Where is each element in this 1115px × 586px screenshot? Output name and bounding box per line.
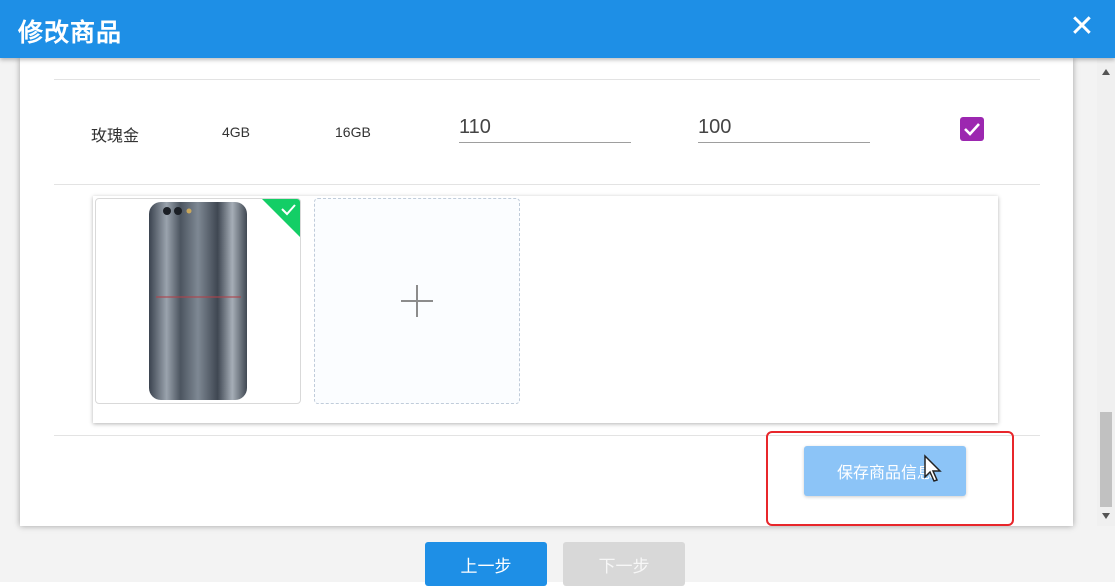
uploaded-image-tile[interactable]: [95, 198, 301, 404]
sku-storage: 16GB: [335, 124, 371, 140]
divider: [54, 79, 1040, 80]
sku-enabled-checkbox[interactable]: [960, 117, 984, 141]
image-upload-area: [93, 196, 998, 423]
scroll-up-icon[interactable]: [1101, 68, 1111, 76]
sku-color: 玫瑰金: [91, 128, 140, 145]
plus-icon: [401, 285, 433, 317]
scrollbar[interactable]: [1097, 58, 1115, 526]
annotation-highlight-box: [766, 431, 1014, 526]
add-image-button[interactable]: [314, 198, 520, 404]
dialog-header: 修改商品 ✕: [0, 0, 1115, 58]
close-icon[interactable]: ✕: [1065, 10, 1099, 44]
sku-ram: 4GB: [222, 124, 251, 140]
next-step-button[interactable]: 下一步: [563, 542, 685, 586]
check-icon: [964, 123, 980, 136]
scroll-down-icon[interactable]: [1101, 512, 1111, 520]
prev-step-button[interactable]: 上一步: [425, 542, 547, 586]
stock-input[interactable]: 100: [698, 114, 870, 143]
divider: [54, 184, 1040, 185]
dialog-title: 修改商品: [18, 19, 123, 47]
scroll-thumb[interactable]: [1100, 412, 1112, 507]
upload-success-badge: [262, 199, 300, 237]
price-input[interactable]: 110: [459, 114, 631, 143]
